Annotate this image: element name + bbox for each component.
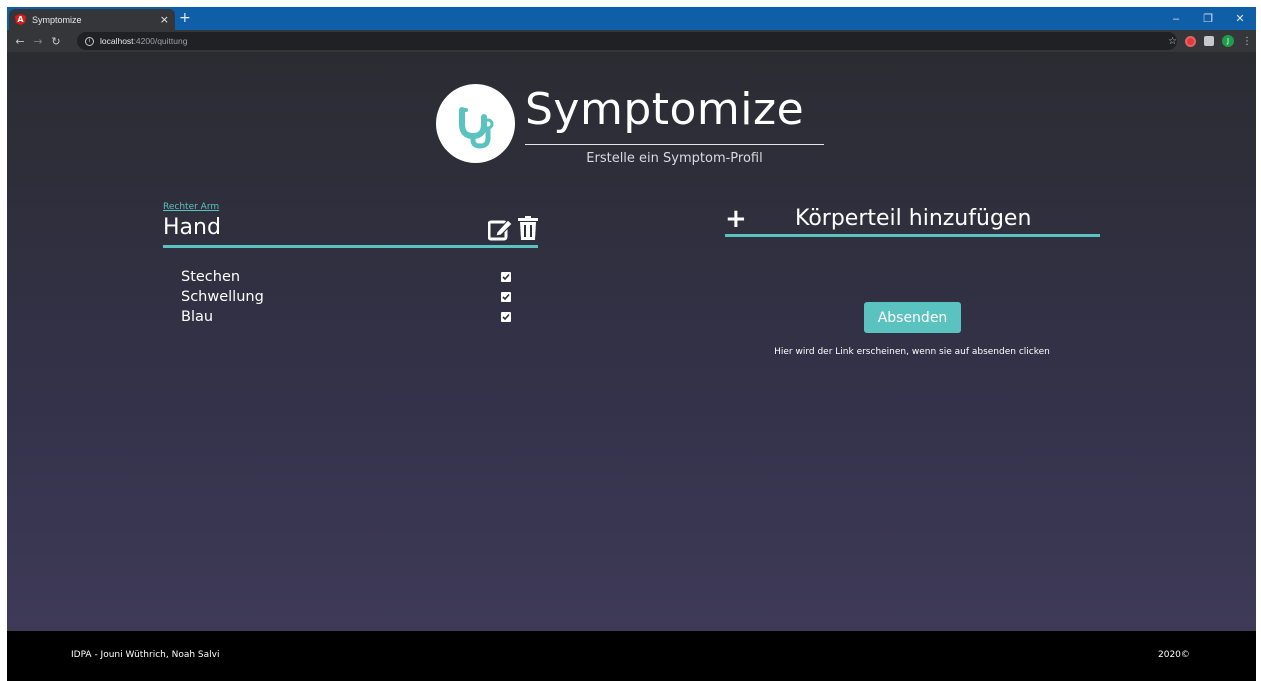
address-bar[interactable]: i localhost:4200/quittung [77, 32, 1177, 50]
plus-icon: + [725, 204, 747, 234]
brand-divider [525, 144, 824, 145]
list-item: Stechen [181, 267, 511, 287]
footer: IDPA - Jouni Wüthrich, Noah Salvi 2020© [7, 631, 1256, 681]
submit-button[interactable]: Absenden [864, 302, 961, 333]
check-icon [502, 273, 510, 281]
forward-icon[interactable]: → [29, 32, 47, 50]
symptom-checkbox[interactable] [501, 312, 511, 322]
symptom-label: Schwellung [181, 289, 264, 305]
breadcrumb-link[interactable]: Rechter Arm [163, 202, 219, 212]
symptom-label: Stechen [181, 269, 241, 285]
restore-button[interactable]: ❐ [1192, 7, 1224, 30]
url-path: :4200/quittung [133, 36, 188, 46]
url-host: localhost [100, 36, 134, 46]
list-item: Blau [181, 307, 511, 327]
footer-credits: IDPA - Jouni Wüthrich, Noah Salvi [71, 650, 220, 660]
new-tab-button[interactable]: + [179, 9, 191, 27]
link-hint: Hier wird der Link erscheinen, wenn sie … [774, 347, 1050, 357]
back-icon[interactable]: ← [11, 32, 29, 50]
reload-icon[interactable]: ↻ [47, 32, 65, 50]
footer-copyright: 2020© [1158, 650, 1190, 660]
browser-window: A Symptomize × + – ❐ ✕ ← → ↻ i localhost… [7, 7, 1256, 681]
info-icon[interactable]: i [85, 36, 94, 46]
minimize-button[interactable]: – [1160, 7, 1192, 30]
avatar[interactable]: J [1222, 35, 1234, 47]
edit-icon[interactable] [487, 217, 514, 245]
add-body-part-button[interactable]: + Körperteil hinzufügen [725, 204, 1100, 234]
tab-close-icon[interactable]: × [160, 13, 169, 26]
star-icon[interactable]: ☆ [1168, 36, 1177, 47]
add-body-part-underline [725, 234, 1100, 237]
toolbar-actions: ☆ J ⋮ [1168, 32, 1252, 50]
menu-icon[interactable]: ⋮ [1242, 36, 1252, 47]
body-part-title: Hand [163, 215, 221, 240]
angular-favicon-icon: A [15, 14, 26, 25]
check-icon [502, 293, 510, 301]
body-part-underline [163, 245, 538, 248]
extension-icon[interactable] [1185, 35, 1196, 47]
page-content: Symptomize Erstelle ein Symptom-Profil R… [7, 52, 1256, 631]
symptom-checkbox[interactable] [501, 292, 511, 302]
close-window-button[interactable]: ✕ [1224, 7, 1256, 30]
browser-toolbar: ← → ↻ i localhost:4200/quittung ☆ J ⋮ [7, 30, 1256, 52]
symptom-checkbox[interactable] [501, 272, 511, 282]
logo [436, 84, 515, 163]
tab-strip: A Symptomize × + – ❐ ✕ [7, 7, 1256, 30]
trash-icon[interactable] [518, 216, 538, 245]
puzzle-icon[interactable] [1204, 36, 1214, 46]
tab-title: Symptomize [32, 14, 82, 25]
list-item: Schwellung [181, 287, 511, 307]
symptom-list: Stechen Schwellung Blau [181, 267, 511, 327]
add-body-part-label: Körperteil hinzufügen [795, 206, 1032, 231]
window-controls: – ❐ ✕ [1160, 7, 1256, 30]
tagline: Erstelle ein Symptom-Profil [586, 151, 763, 166]
check-icon [502, 313, 510, 321]
tab-symptomize[interactable]: A Symptomize × [9, 9, 175, 30]
stethoscope-icon [459, 107, 494, 149]
brand-name: Symptomize [525, 84, 805, 135]
symptom-label: Blau [181, 309, 214, 325]
